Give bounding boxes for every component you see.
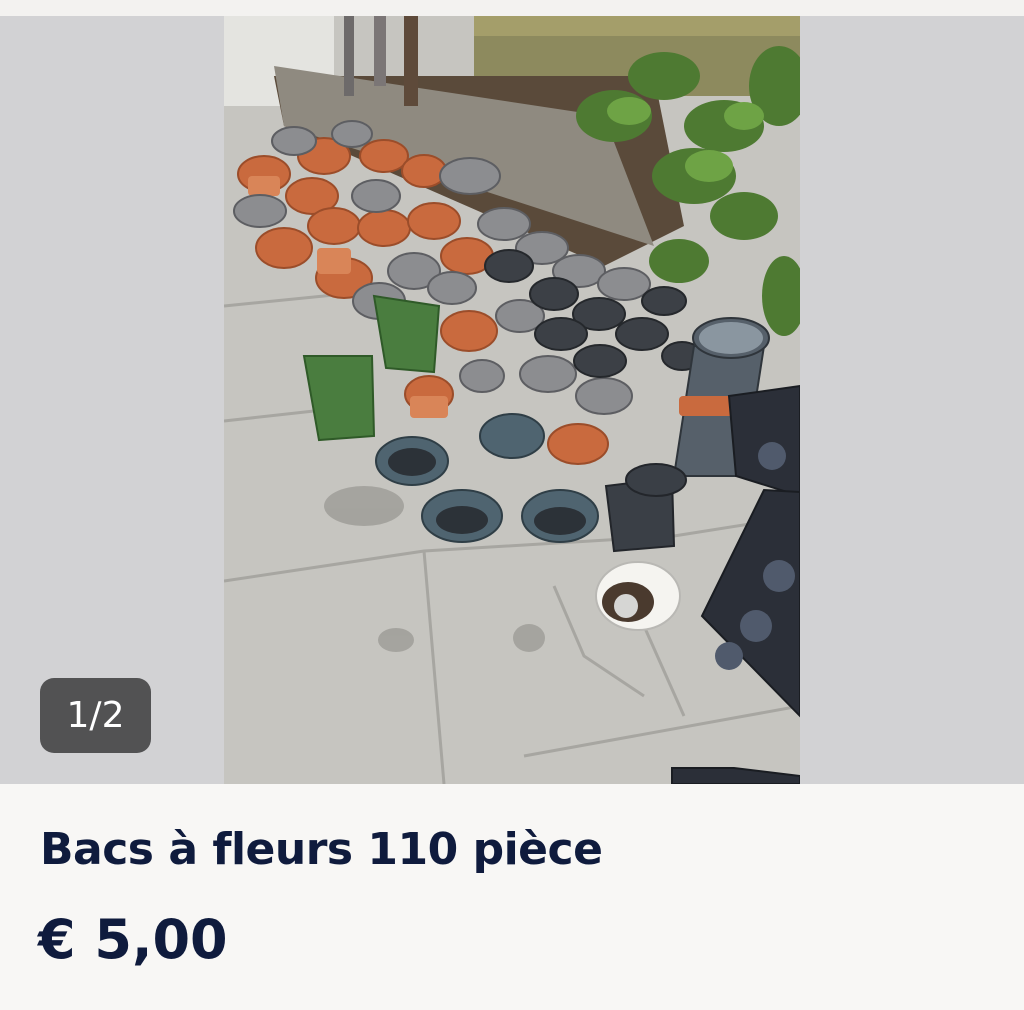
top-strip [0,0,1024,16]
image-counter-badge: 1/2 [40,678,151,753]
listing-info: Bacs à fleurs 110 pièce € 5,00 [0,784,1024,1010]
image-gallery[interactable]: 1/2 [0,16,1024,784]
listing-price: € 5,00 [38,908,228,971]
listing-photo[interactable] [224,16,800,784]
listing-title: Bacs à fleurs 110 pièce [40,824,603,875]
